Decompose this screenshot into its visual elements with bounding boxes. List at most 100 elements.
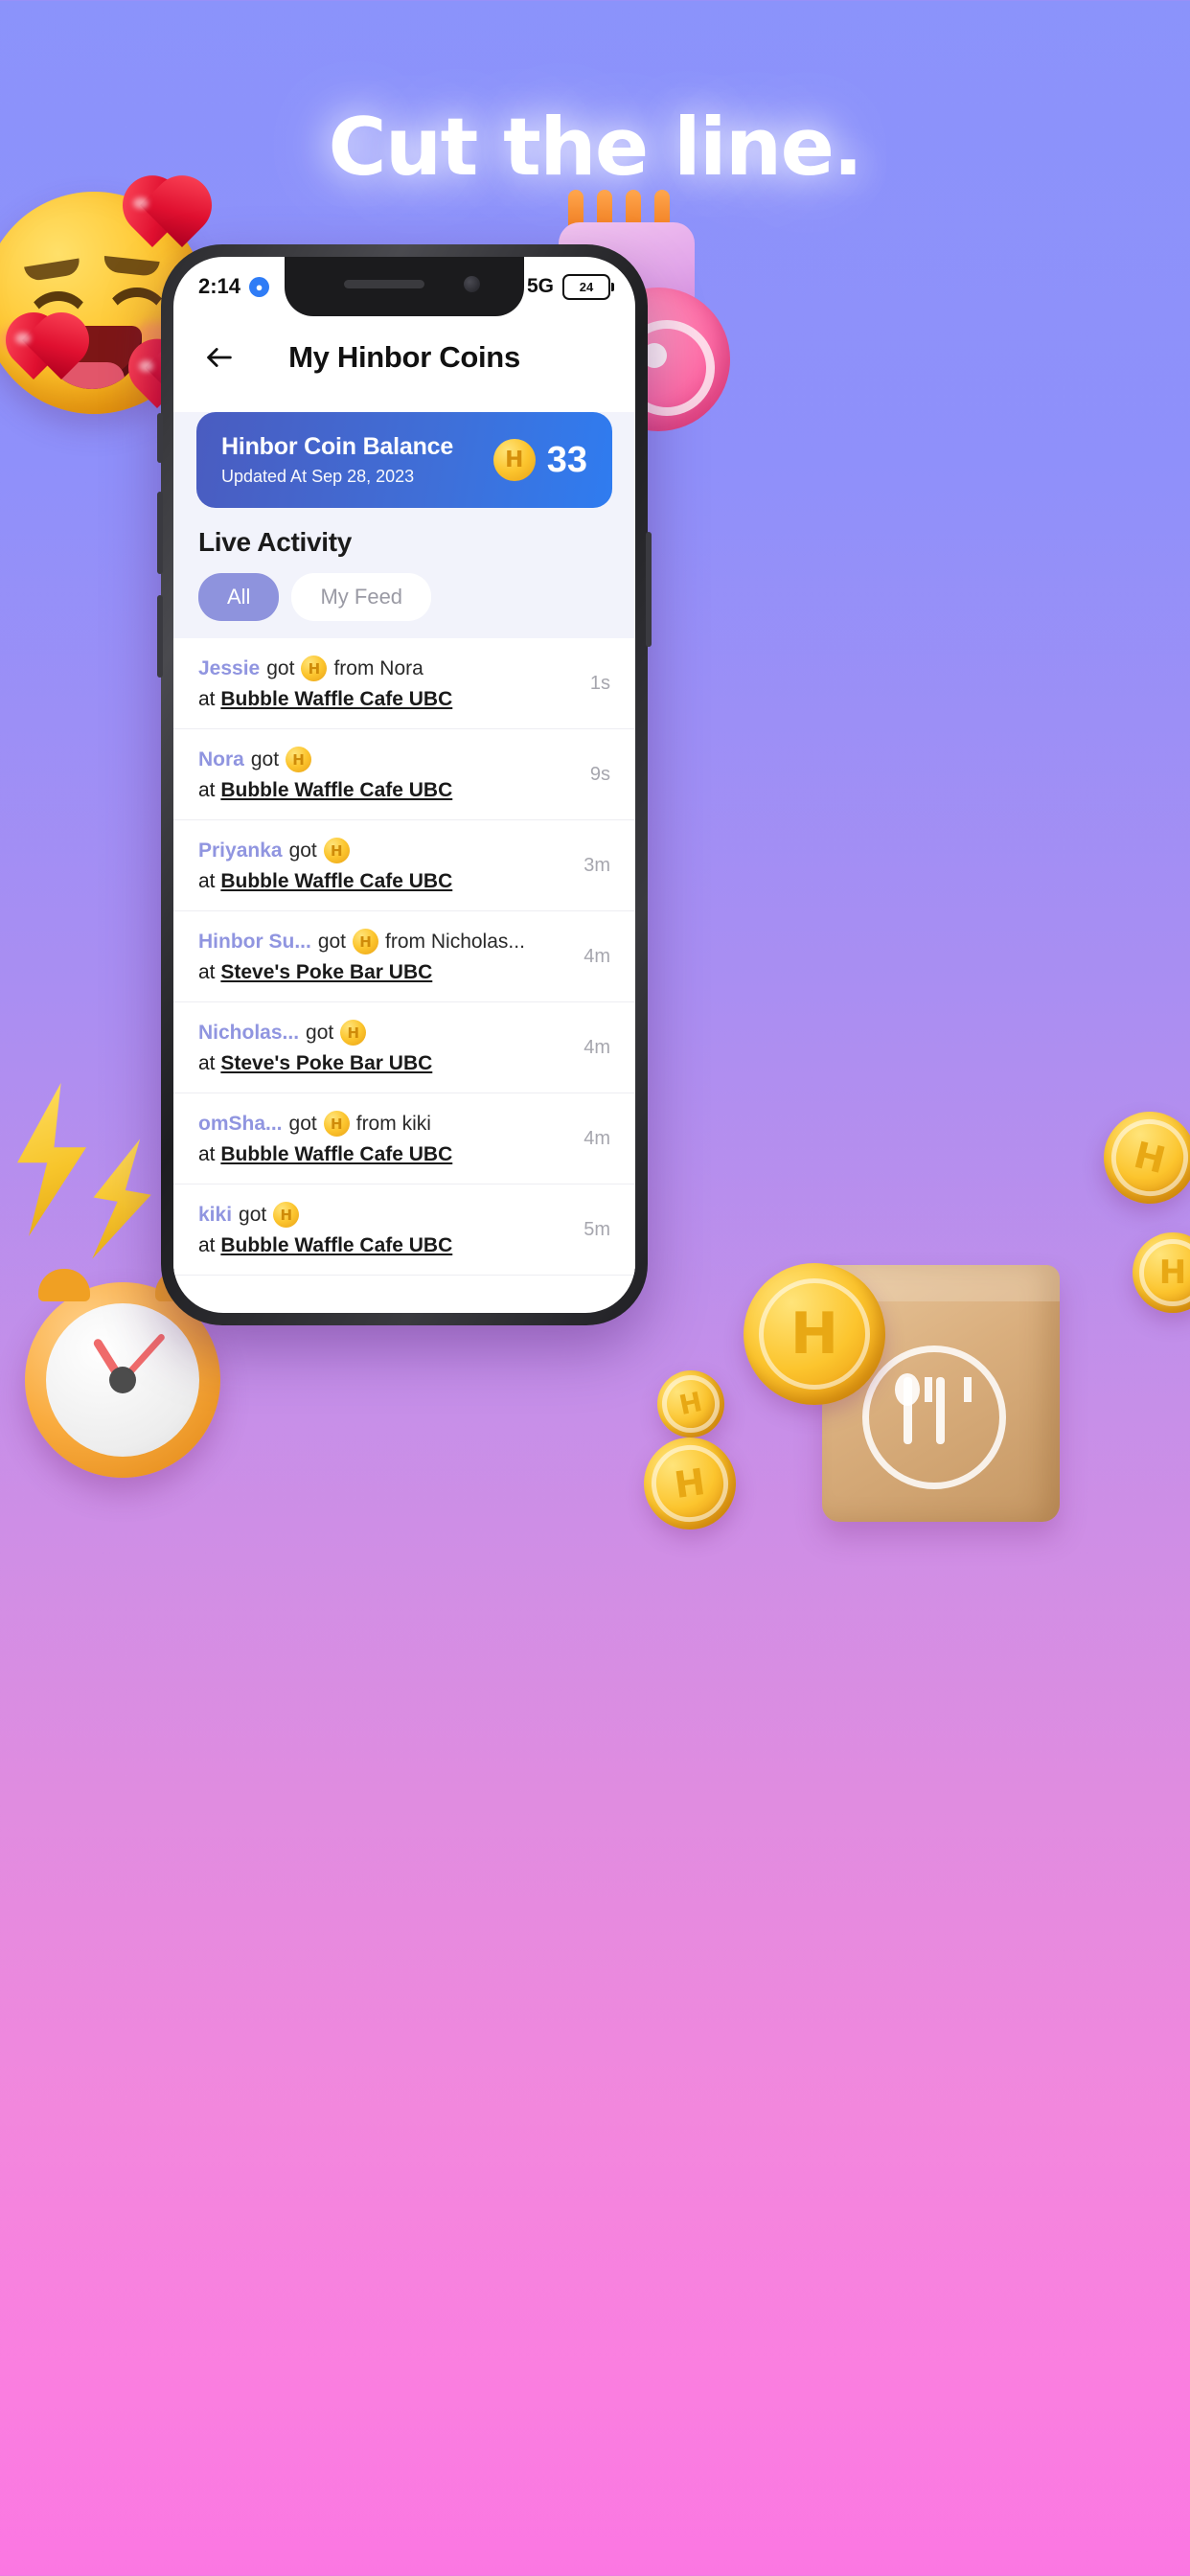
battery-level: 24 — [579, 279, 594, 294]
activity-user[interactable]: Jessie — [198, 657, 260, 680]
activity-user[interactable]: Priyanka — [198, 840, 283, 862]
hinbor-coin-icon: H — [323, 1111, 350, 1137]
activity-line-primary: omSha... got Hfrom kiki — [198, 1111, 570, 1137]
hinbor-coin-icon: H — [286, 747, 312, 772]
activity-row[interactable]: omSha... got Hfrom kiki at Bubble Waffle Ca… — [173, 1093, 635, 1184]
balance-amount-group: H 33 — [492, 439, 587, 481]
status-bar-left: 2:14 ● — [198, 274, 270, 299]
activity-list: Jessie got Hfrom Nora at Bubble Waffle Cafe… — [173, 638, 635, 1276]
activity-user[interactable]: kiki — [198, 1204, 232, 1227]
hinbor-coin-icon: H — [323, 838, 350, 863]
balance-card-text: Hinbor Coin Balance Updated At Sep 28, 2… — [221, 433, 453, 487]
front-camera-icon — [464, 276, 480, 292]
gold-coin-emoji: H — [637, 1431, 743, 1536]
venue-prefix: at — [198, 1052, 221, 1074]
activity-user[interactable]: Hinbor Su... — [198, 931, 311, 954]
activity-sender: from Nicholas... — [385, 930, 525, 953]
activity-sender: from Nora — [333, 656, 423, 679]
activity-line-primary: Nora got H — [198, 747, 577, 772]
coin-glyph: H — [1104, 1112, 1190, 1204]
activity-row-text: kiki got Hat Bubble Waffle Cafe UBC — [198, 1202, 570, 1257]
page-title: My Hinbor Coins — [288, 340, 520, 374]
venue-name[interactable]: Bubble Waffle Cafe UBC — [220, 1234, 452, 1256]
venue-name[interactable]: Bubble Waffle Cafe UBC — [220, 870, 452, 892]
activity-verb: got — [266, 656, 295, 679]
venue-name[interactable]: Bubble Waffle Cafe UBC — [220, 1143, 452, 1165]
activity-timestamp: 4m — [584, 1127, 610, 1149]
activity-line-primary: Priyanka got H — [198, 838, 570, 863]
activity-row-text: Hinbor Su... got Hfrom Nicholas... at Steve… — [198, 929, 570, 984]
activity-filter-tabs: All My Feed — [173, 558, 635, 638]
activity-row-text: Priyanka got Hat Bubble Waffle Cafe UBC — [198, 838, 570, 893]
balance-updated: Updated At Sep 28, 2023 — [221, 467, 415, 486]
balance-title: Hinbor Coin Balance — [221, 433, 454, 460]
activity-line-primary: kiki got H — [198, 1202, 570, 1228]
activity-line-venue: at Bubble Waffle Cafe UBC — [198, 870, 570, 893]
phone-mute-switch — [157, 413, 163, 463]
activity-user[interactable]: Nora — [198, 748, 244, 771]
phone-volume-down-button — [157, 595, 163, 678]
gold-coin-emoji: H — [1133, 1232, 1190, 1313]
page-content: Hinbor Coin Balance Updated At Sep 28, 2… — [173, 412, 635, 1276]
activity-user[interactable]: omSha... — [198, 1113, 283, 1136]
activity-user[interactable]: Nicholas... — [198, 1022, 299, 1045]
heart-emoji — [123, 188, 182, 247]
phone-volume-up-button — [157, 492, 163, 574]
tab-my-feed[interactable]: My Feed — [291, 573, 432, 621]
activity-line-venue: at Steve's Poke Bar UBC — [198, 961, 570, 984]
venue-prefix: at — [198, 779, 221, 801]
activity-row[interactable]: Nicholas... got Hat Steve's Poke Bar UBC 4m — [173, 1002, 635, 1093]
venue-name[interactable]: Bubble Waffle Cafe UBC — [220, 688, 452, 710]
lightning-bolt-emoji — [17, 1083, 86, 1236]
activity-row-text: Nora got Hat Bubble Waffle Cafe UBC — [198, 747, 577, 802]
venue-name[interactable]: Steve's Poke Bar UBC — [220, 961, 432, 983]
activity-row-text: omSha... got Hfrom kiki at Bubble Waffle Ca… — [198, 1111, 570, 1166]
venue-prefix: at — [198, 1234, 221, 1256]
activity-line-venue: at Bubble Waffle Cafe UBC — [198, 1234, 570, 1257]
venue-name[interactable]: Steve's Poke Bar UBC — [220, 1052, 432, 1074]
balance-amount: 33 — [546, 439, 587, 480]
activity-row[interactable]: kiki got Hat Bubble Waffle Cafe UBC 5m — [173, 1184, 635, 1276]
venue-prefix: at — [198, 961, 221, 983]
balance-card[interactable]: Hinbor Coin Balance Updated At Sep 28, 2… — [196, 412, 612, 508]
section-title: Live Activity — [198, 527, 353, 557]
activity-verb: got — [250, 748, 280, 770]
activity-line-venue: at Bubble Waffle Cafe UBC — [198, 779, 577, 802]
activity-line-primary: Hinbor Su... got Hfrom Nicholas... — [198, 929, 570, 954]
heart-emoji — [6, 324, 61, 380]
chat-icon: ● — [249, 276, 270, 297]
phone-power-button — [646, 532, 652, 647]
app-header: My Hinbor Coins — [173, 316, 635, 399]
coin-glyph: H — [1138, 1238, 1190, 1307]
activity-timestamp: 4m — [584, 1036, 610, 1058]
activity-timestamp: 9s — [589, 763, 610, 785]
venue-prefix: at — [198, 688, 221, 710]
phone-screen: 2:14 ● 5G 24 My Hinbor Coins Hinbor Coin… — [173, 257, 635, 1313]
gold-coin-emoji: H — [744, 1263, 885, 1405]
network-indicator: 5G — [526, 275, 554, 297]
hinbor-coin-icon: H — [273, 1202, 300, 1228]
status-time: 2:14 — [198, 274, 241, 298]
activity-verb: got — [288, 839, 317, 862]
venue-prefix: at — [198, 1143, 221, 1165]
activity-row[interactable]: Nora got Hat Bubble Waffle Cafe UBC 9s — [173, 729, 635, 820]
activity-line-venue: at Steve's Poke Bar UBC — [198, 1052, 570, 1075]
hinbor-coin-icon: H — [492, 439, 536, 481]
activity-timestamp: 3m — [584, 854, 610, 876]
activity-timestamp: 1s — [589, 672, 610, 694]
activity-row[interactable]: Hinbor Su... got Hfrom Nicholas... at Steve… — [173, 911, 635, 1002]
activity-row-text: Nicholas... got Hat Steve's Poke Bar UBC — [198, 1020, 570, 1075]
phone-mockup: 2:14 ● 5G 24 My Hinbor Coins Hinbor Coin… — [157, 244, 652, 1325]
activity-row[interactable]: Priyanka got Hat Bubble Waffle Cafe UBC 3m — [173, 820, 635, 911]
activity-verb: got — [317, 930, 347, 953]
activity-line-venue: at Bubble Waffle Cafe UBC — [198, 1143, 570, 1166]
venue-name[interactable]: Bubble Waffle Cafe UBC — [220, 779, 452, 801]
promo-headline: Cut the line. — [328, 101, 863, 194]
activity-row-text: Jessie got Hfrom Nora at Bubble Waffle Cafe… — [198, 656, 577, 711]
activity-verb: got — [239, 1203, 267, 1226]
activity-verb: got — [306, 1021, 334, 1044]
activity-line-primary: Jessie got Hfrom Nora — [198, 656, 577, 681]
hinbor-coin-icon: H — [353, 929, 379, 954]
activity-row[interactable]: Jessie got Hfrom Nora at Bubble Waffle Cafe… — [173, 638, 635, 729]
tab-all[interactable]: All — [198, 573, 280, 621]
